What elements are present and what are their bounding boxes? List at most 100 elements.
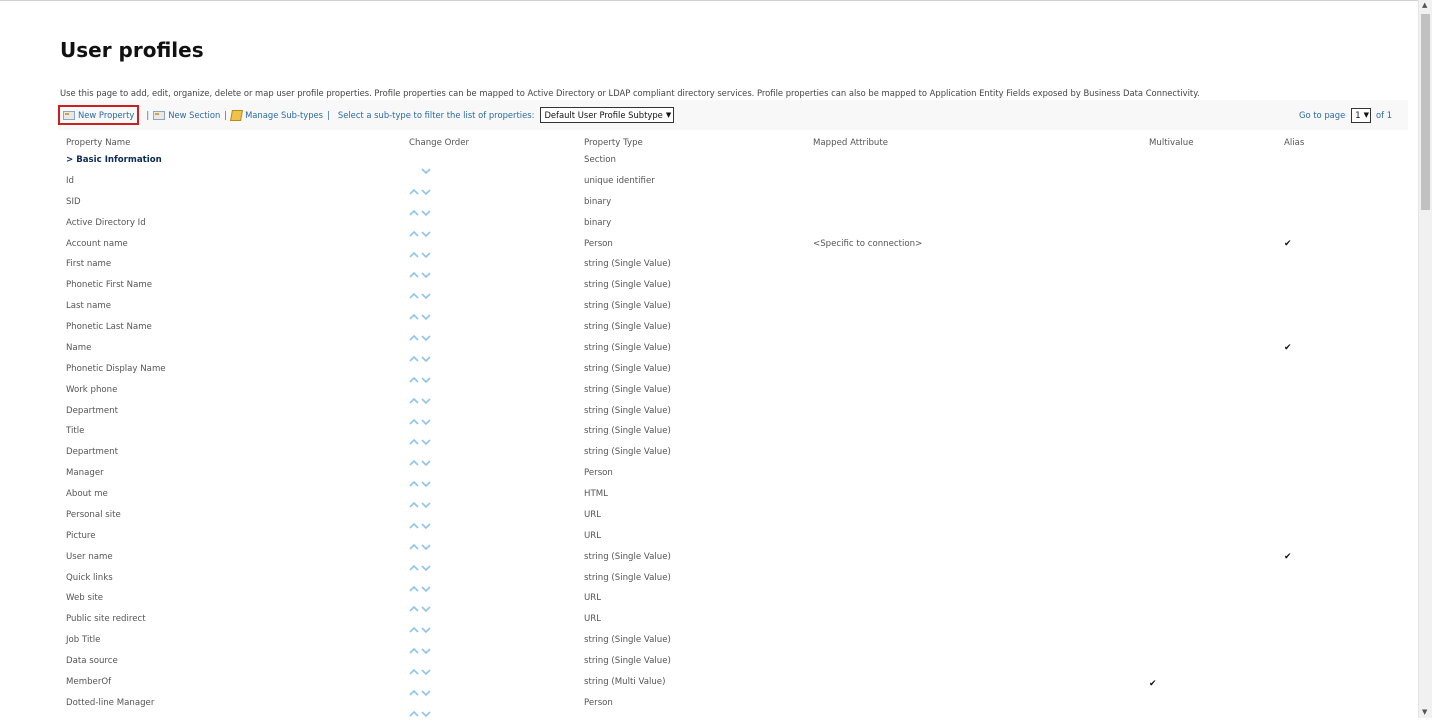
move-down-icon[interactable] bbox=[421, 160, 431, 175]
property-name[interactable]: Department bbox=[66, 405, 118, 417]
move-up-icon[interactable] bbox=[409, 244, 419, 258]
property-name[interactable]: > Basic Information bbox=[66, 154, 162, 166]
property-name[interactable]: Work phone bbox=[66, 384, 117, 396]
move-down-icon[interactable] bbox=[421, 578, 431, 593]
move-up-icon[interactable] bbox=[409, 515, 419, 529]
move-up-icon[interactable] bbox=[409, 557, 419, 571]
move-up-icon[interactable] bbox=[409, 682, 419, 696]
move-up-icon[interactable] bbox=[409, 598, 419, 612]
property-type: Person bbox=[584, 468, 613, 478]
move-down-icon[interactable] bbox=[421, 682, 431, 697]
move-down-icon[interactable] bbox=[421, 661, 431, 676]
move-up-icon[interactable] bbox=[409, 640, 419, 654]
property-name[interactable]: Account name bbox=[66, 238, 128, 250]
property-name[interactable]: Data source bbox=[66, 655, 118, 667]
property-name[interactable]: Last name bbox=[66, 300, 111, 312]
move-down-icon[interactable] bbox=[421, 473, 431, 488]
move-up-icon[interactable] bbox=[409, 264, 419, 278]
move-up-icon[interactable] bbox=[409, 703, 419, 717]
property-name[interactable]: Title bbox=[66, 425, 84, 437]
move-up-icon[interactable] bbox=[409, 390, 419, 404]
move-up-icon[interactable] bbox=[409, 306, 419, 320]
property-type: string (Single Value) bbox=[584, 385, 671, 395]
move-down-icon[interactable] bbox=[421, 515, 431, 530]
column-header-property-name[interactable]: Property Name bbox=[66, 137, 130, 149]
property-name[interactable]: Phonetic Display Name bbox=[66, 363, 166, 375]
property-name[interactable]: User name bbox=[66, 551, 113, 563]
move-up-icon[interactable] bbox=[409, 202, 419, 216]
move-up-icon[interactable] bbox=[409, 285, 419, 299]
move-down-icon[interactable] bbox=[421, 452, 431, 467]
vertical-scrollbar[interactable]: ▲ ▼ bbox=[1418, 0, 1432, 718]
manage-subtypes-button[interactable]: Manage Sub-types bbox=[230, 109, 323, 121]
move-down-icon[interactable] bbox=[421, 640, 431, 655]
property-name[interactable]: Name bbox=[66, 342, 91, 354]
move-up-icon[interactable] bbox=[409, 536, 419, 550]
subtype-select[interactable]: Default User Profile Subtype ▼ bbox=[540, 107, 675, 123]
manage-subtypes-icon bbox=[230, 109, 244, 121]
change-order-controls bbox=[409, 431, 431, 446]
move-down-icon[interactable] bbox=[421, 306, 431, 321]
move-down-icon[interactable] bbox=[421, 390, 431, 405]
property-name[interactable]: About me bbox=[66, 488, 108, 500]
page-select[interactable]: 1 ▼ bbox=[1351, 107, 1371, 123]
property-name[interactable]: First name bbox=[66, 258, 111, 270]
move-up-icon[interactable] bbox=[409, 369, 419, 383]
property-name[interactable]: Active Directory Id bbox=[66, 217, 146, 229]
move-up-icon[interactable] bbox=[409, 348, 419, 362]
property-name[interactable]: Phonetic First Name bbox=[66, 279, 152, 291]
new-property-label: New Property bbox=[78, 110, 135, 120]
change-order-controls bbox=[409, 661, 431, 676]
page-title: User profiles bbox=[60, 38, 204, 62]
property-name[interactable]: Manager bbox=[66, 467, 104, 479]
move-up-icon[interactable] bbox=[409, 619, 419, 633]
property-name[interactable]: Picture bbox=[66, 530, 96, 542]
property-name[interactable]: SID bbox=[66, 196, 81, 208]
move-up-icon[interactable] bbox=[409, 181, 419, 195]
move-down-icon[interactable] bbox=[421, 557, 431, 572]
move-down-icon[interactable] bbox=[421, 202, 431, 217]
move-down-icon[interactable] bbox=[421, 703, 431, 718]
new-property-button[interactable]: New Property bbox=[58, 105, 140, 125]
property-name[interactable]: Web site bbox=[66, 592, 103, 604]
move-down-icon[interactable] bbox=[421, 348, 431, 363]
property-name[interactable]: Quick links bbox=[66, 572, 113, 584]
move-down-icon[interactable] bbox=[421, 619, 431, 634]
move-up-icon[interactable] bbox=[409, 223, 419, 237]
scroll-down-icon[interactable]: ▼ bbox=[1422, 709, 1427, 716]
property-name[interactable]: MemberOf bbox=[66, 676, 111, 688]
scroll-up-icon[interactable]: ▲ bbox=[1422, 2, 1427, 9]
scroll-thumb[interactable] bbox=[1421, 14, 1430, 210]
change-order-controls bbox=[409, 578, 431, 593]
move-up-icon[interactable] bbox=[409, 494, 419, 508]
move-up-icon[interactable] bbox=[409, 661, 419, 675]
move-up-icon[interactable] bbox=[409, 578, 419, 592]
new-section-button[interactable]: New Section bbox=[153, 110, 220, 120]
move-down-icon[interactable] bbox=[421, 536, 431, 551]
move-up-icon[interactable] bbox=[409, 431, 419, 445]
move-down-icon[interactable] bbox=[421, 327, 431, 342]
move-up-icon[interactable] bbox=[409, 452, 419, 466]
property-name[interactable]: Phonetic Last Name bbox=[66, 321, 152, 333]
move-up-icon[interactable] bbox=[409, 473, 419, 487]
change-order-controls bbox=[409, 264, 431, 279]
move-down-icon[interactable] bbox=[421, 285, 431, 300]
move-down-icon[interactable] bbox=[421, 181, 431, 196]
property-name[interactable]: Department bbox=[66, 446, 118, 458]
move-down-icon[interactable] bbox=[421, 598, 431, 613]
change-order-controls bbox=[409, 557, 431, 572]
property-name[interactable]: Job Title bbox=[66, 634, 100, 646]
move-up-icon[interactable] bbox=[409, 327, 419, 341]
property-name[interactable]: Personal site bbox=[66, 509, 121, 521]
move-down-icon[interactable] bbox=[421, 431, 431, 446]
move-down-icon[interactable] bbox=[421, 494, 431, 509]
move-up-icon[interactable] bbox=[409, 411, 419, 425]
property-name[interactable]: Id bbox=[66, 175, 74, 187]
move-down-icon[interactable] bbox=[421, 264, 431, 279]
property-name[interactable]: Public site redirect bbox=[66, 613, 146, 625]
move-down-icon[interactable] bbox=[421, 244, 431, 259]
property-name[interactable]: Dotted-line Manager bbox=[66, 697, 154, 709]
move-down-icon[interactable] bbox=[421, 369, 431, 384]
move-down-icon[interactable] bbox=[421, 223, 431, 238]
move-down-icon[interactable] bbox=[421, 411, 431, 426]
